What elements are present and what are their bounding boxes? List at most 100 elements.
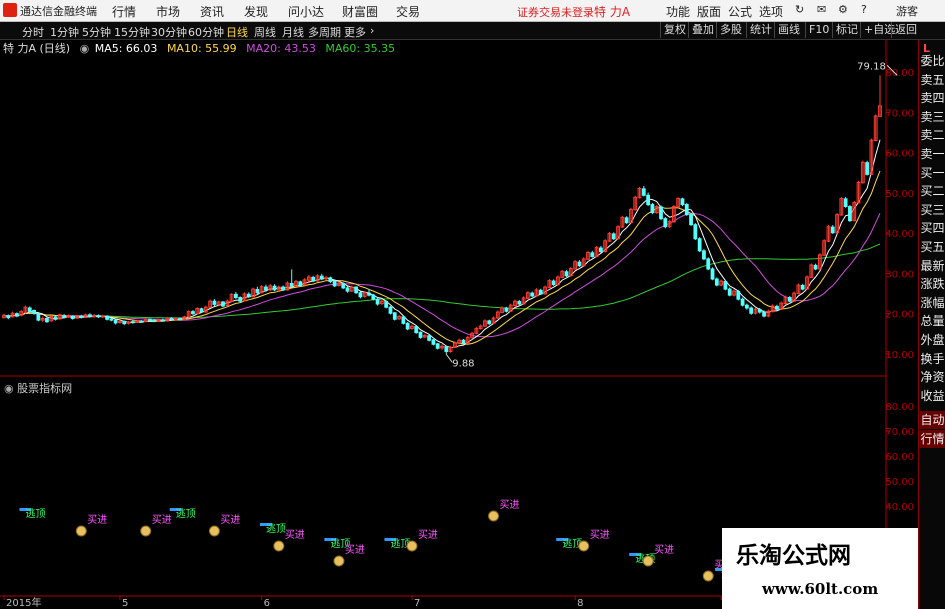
watermark: 乐淘公式网 www.60lt.com [722, 528, 918, 609]
candle [727, 287, 732, 297]
candle [783, 295, 788, 305]
candle-body [233, 293, 238, 299]
candle [487, 319, 492, 325]
candle-body [444, 346, 449, 352]
sidebar-item-14[interactable]: 总量 [920, 312, 945, 330]
candle [397, 314, 401, 321]
candle-body [79, 315, 84, 318]
price-tick-label: 60.00 [885, 149, 914, 160]
settings-dot-icon[interactable]: ◉ [4, 382, 17, 395]
sidebar-item-19[interactable]: 自动 [920, 411, 945, 430]
candle [873, 114, 878, 142]
money-bag-icon [578, 540, 590, 552]
candle [100, 314, 105, 319]
candle [792, 291, 797, 302]
candle-body [212, 300, 217, 305]
candle-body [744, 304, 749, 309]
candle-body [53, 316, 58, 320]
candle [315, 274, 320, 282]
candle-body [551, 280, 556, 286]
candle [474, 326, 479, 335]
candle-body [800, 284, 805, 290]
sidebar-item-10[interactable]: 买五 [920, 238, 945, 256]
candle-body [736, 291, 741, 300]
kline-chart[interactable]: 80.00 70.00 60.00 50.00 40.00 30.00 20.00 10.00… [0, 0, 918, 609]
candle [835, 213, 839, 234]
candle [435, 343, 440, 350]
sidebar-item-16[interactable]: 换手 [920, 350, 945, 368]
candle [457, 338, 462, 345]
candle [242, 292, 247, 302]
candle [822, 239, 827, 257]
candle-body [530, 292, 535, 297]
candle [229, 293, 234, 303]
sidebar-item-17[interactable]: 净资 [920, 368, 945, 386]
candle [654, 204, 659, 214]
candle [629, 207, 633, 224]
candle [109, 318, 114, 322]
escape-signal-label: 逃顶 [25, 507, 45, 520]
candle [551, 279, 556, 286]
candle [680, 197, 685, 207]
candle [358, 291, 363, 299]
candle [624, 216, 629, 224]
candle [581, 257, 586, 267]
sidebar-item-18[interactable]: 收益 [920, 387, 945, 405]
candle-body [367, 292, 371, 296]
sidebar-item-20[interactable]: 行情 [920, 430, 945, 448]
sidebar-item-1[interactable]: 卖五 [920, 71, 945, 89]
candle-body [191, 311, 195, 315]
sidebar-item-0[interactable]: 委比 [920, 52, 945, 70]
candle [199, 307, 204, 313]
candle-body [36, 313, 41, 321]
candle-body [740, 298, 745, 306]
escape-signal-label: 逃顶 [176, 507, 196, 520]
sidebar-item-13[interactable]: 涨幅 [920, 294, 945, 312]
candle [852, 200, 857, 222]
sidebar-item-6[interactable]: 买一 [920, 164, 945, 182]
candle [809, 263, 814, 279]
candle-body [401, 316, 406, 324]
candle [586, 250, 590, 261]
candle [594, 246, 599, 258]
candle [294, 279, 298, 288]
candle-body [848, 206, 852, 222]
sidebar-item-11[interactable]: 最新 [920, 257, 945, 275]
candle-body [6, 315, 11, 319]
price-tick-label: 40.00 [885, 229, 914, 240]
date-tick-label: 2015年 [6, 596, 41, 609]
candle-body [113, 319, 118, 324]
candle [740, 297, 745, 307]
candle [577, 260, 582, 267]
candle [32, 309, 36, 315]
sidebar-item-9[interactable]: 买四 [920, 219, 945, 237]
candle [813, 263, 818, 271]
sidebar-item-7[interactable]: 买二 [920, 182, 945, 200]
candle-body [173, 317, 178, 320]
sidebar-item-12[interactable]: 涨跌 [920, 275, 945, 293]
date-tick-label: 7 [414, 598, 420, 609]
candle [483, 319, 487, 327]
candle [410, 324, 414, 330]
sidebar-item-3[interactable]: 卖三 [920, 108, 945, 126]
sidebar-item-15[interactable]: 外盘 [920, 331, 945, 349]
candle [384, 300, 389, 309]
candle [169, 317, 174, 321]
candle [839, 196, 844, 216]
sidebar-item-4[interactable]: 卖二 [920, 126, 945, 144]
candle [388, 305, 393, 315]
sidebar-item-2[interactable]: 卖四 [920, 89, 945, 107]
candle [96, 314, 101, 319]
candle [749, 306, 754, 315]
candle [23, 305, 28, 314]
candle-body [435, 343, 440, 349]
candle [440, 344, 444, 351]
candle [525, 291, 530, 300]
sidebar-item-8[interactable]: 买三 [920, 201, 945, 219]
money-bag-icon [273, 540, 285, 552]
sidebar-item-5[interactable]: 卖一 [920, 145, 945, 163]
candle-body [345, 287, 350, 292]
candle [470, 331, 474, 339]
sub-tick-label: 50.00 [885, 477, 914, 488]
candle-body [152, 319, 157, 322]
